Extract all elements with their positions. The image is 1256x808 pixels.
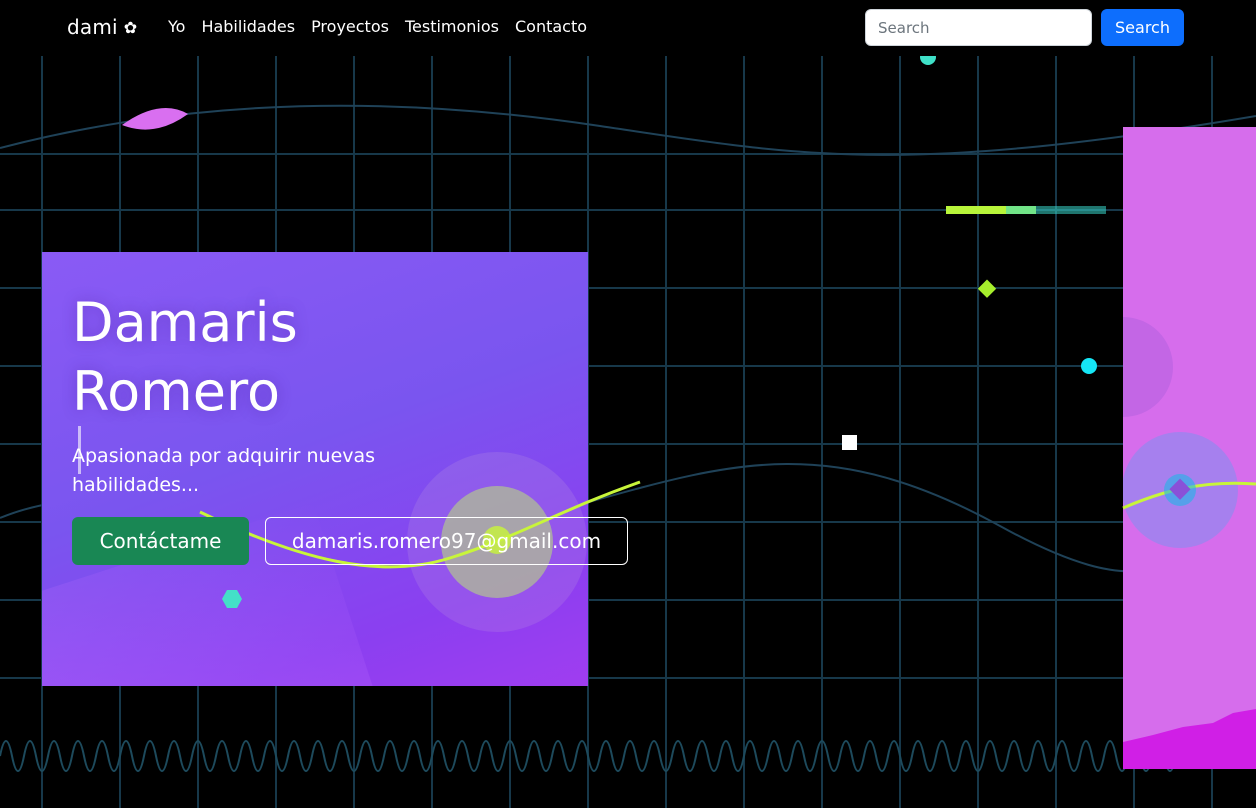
side-panel-art: [1123, 317, 1256, 769]
hero-title-first: Damaris: [72, 291, 298, 354]
nav-link-proyectos[interactable]: Proyectos: [311, 17, 389, 36]
nav-link-contacto[interactable]: Contacto: [515, 17, 587, 36]
contact-button[interactable]: Contáctame: [72, 517, 249, 565]
nav-link-yo[interactable]: Yo: [168, 17, 185, 36]
brand-name: dami: [67, 15, 118, 39]
side-image-panel: [1123, 127, 1256, 769]
nav-links: Yo Habilidades Proyectos Testimonios Con…: [168, 17, 587, 36]
search-input[interactable]: [865, 9, 1092, 46]
search-button[interactable]: Search: [1101, 9, 1184, 46]
nav-link-testimonios[interactable]: Testimonios: [405, 17, 499, 36]
hero-subtitle: Apasionada por adquirir nuevas habilidad…: [72, 445, 376, 496]
email-button[interactable]: damaris.romero97@gmail.com: [265, 517, 628, 565]
brand-logo[interactable]: dami ✿: [67, 15, 137, 39]
navbar: dami ✿ Yo Habilidades Proyectos Testimon…: [0, 0, 1256, 56]
nav-link-habilidades[interactable]: Habilidades: [201, 17, 295, 36]
flower-icon: ✿: [123, 17, 138, 37]
